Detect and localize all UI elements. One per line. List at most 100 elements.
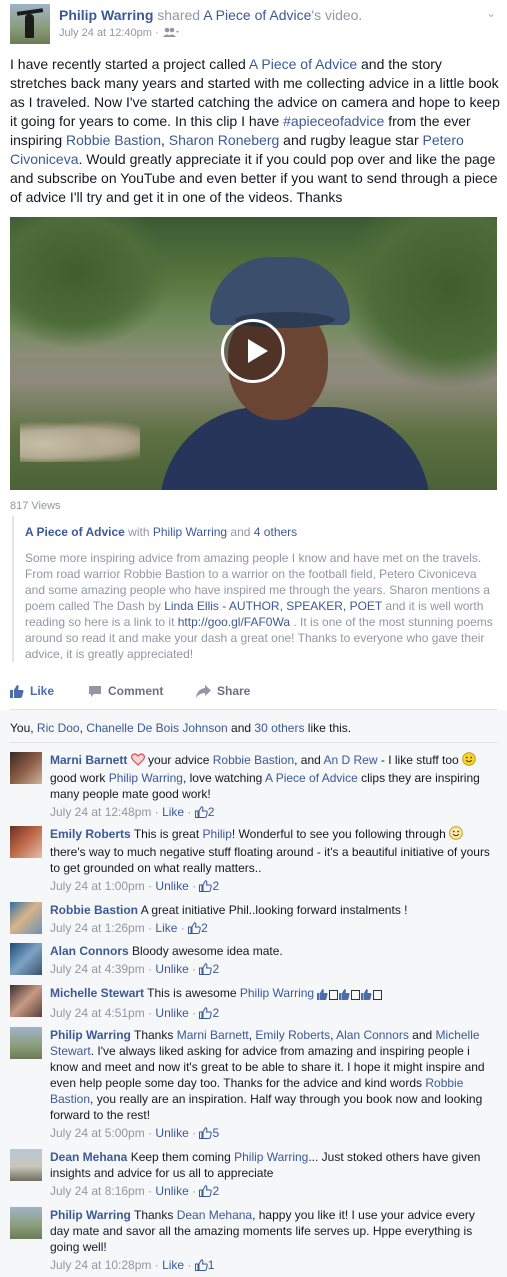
comment-like-toggle[interactable]: Unlike (155, 962, 188, 976)
inline-link[interactable]: A Piece of Advice (249, 56, 357, 72)
comment-meta: July 24 at 10:28pm · Like · 1 (50, 1257, 497, 1275)
comment-meta: July 24 at 1:26pm · Like · 2 (50, 920, 497, 938)
comment-text: Robbie Bastion A great initiative Phil..… (50, 902, 497, 918)
video-player[interactable] (10, 217, 497, 490)
comment-timestamp[interactable]: July 24 at 12:48pm (50, 805, 151, 819)
comment-like-count[interactable]: 2 (212, 1184, 219, 1198)
attachment-source-link[interactable]: A Piece of Advice (25, 525, 125, 539)
like-button[interactable]: Like (10, 684, 54, 698)
comment-text: Marni Barnett your advice Robbie Bastion… (50, 752, 497, 802)
commenter-name-link[interactable]: Dean Mehana (50, 1150, 127, 1164)
inline-link[interactable]: #apieceofadvice (283, 113, 384, 129)
play-icon[interactable] (221, 319, 285, 383)
text-fragment: , you really are an inspiration. Half wa… (50, 1092, 483, 1122)
commenter-name-link[interactable]: Philip Warring (50, 1028, 131, 1042)
mention-link[interactable]: Alan Connors (336, 1028, 409, 1042)
mention-link[interactable]: Dean Mehana (177, 1208, 252, 1222)
comment-like-toggle[interactable]: Unlike (155, 1126, 188, 1140)
commenter-name-link[interactable]: Emily Roberts (50, 827, 131, 841)
commenter-name-link[interactable]: Robbie Bastion (50, 903, 138, 917)
comment-timestamp[interactable]: July 24 at 10:28pm (50, 1258, 151, 1272)
mention-link[interactable]: Emily Roberts (255, 1028, 330, 1042)
liker-link[interactable]: 30 others (254, 721, 304, 735)
mention-link[interactable]: Marni Barnett (177, 1028, 249, 1042)
mention-link[interactable]: Philip Warring (109, 771, 183, 785)
mention-link[interactable]: Philip Warring (234, 1150, 308, 1164)
commenter-name-link[interactable]: Marni Barnett (50, 753, 127, 767)
inline-link[interactable]: Robbie Bastion (66, 132, 161, 148)
mention-link[interactable]: An D Rew (324, 753, 378, 767)
inline-link[interactable]: http://goo.gl/FAF0Wa (178, 615, 290, 629)
comment-timestamp[interactable]: July 24 at 1:26pm (50, 921, 145, 935)
meta-separator: · (144, 1184, 156, 1198)
comment-timestamp[interactable]: July 24 at 4:39pm (50, 962, 145, 976)
text-fragment: Thanks (130, 1208, 177, 1222)
comment-like-count[interactable]: 5 (212, 1126, 219, 1140)
comment-like-toggle[interactable]: Unlike (155, 1006, 188, 1020)
audience-selector[interactable] (162, 27, 180, 39)
commenter-avatar[interactable] (10, 1149, 42, 1181)
comment-like-toggle[interactable]: Like (162, 805, 184, 819)
liker-link[interactable]: Ric Doo (37, 721, 80, 735)
mention-link[interactable]: Robbie Bastion (213, 753, 294, 767)
commenter-name-link[interactable]: Alan Connors (50, 944, 129, 958)
likes-summary: You, Ric Doo, Chanelle De Bois Johnson a… (10, 721, 351, 735)
comment-like-count[interactable]: 2 (212, 962, 219, 976)
mention-link[interactable]: A Piece of Advice (265, 771, 358, 785)
comment-text: Philip Warring Thanks Dean Mehana, happy… (50, 1207, 497, 1255)
comment-like-toggle[interactable]: Unlike (155, 1184, 188, 1198)
inline-link[interactable]: Linda Ellis - AUTHOR, SPEAKER, POET (164, 599, 382, 613)
author-name-link[interactable]: Philip Warring (59, 7, 153, 23)
comment-button[interactable]: Comment (88, 684, 163, 698)
comment-timestamp[interactable]: July 24 at 1:00pm (50, 879, 145, 893)
blush-emoji-icon (449, 826, 463, 844)
author-avatar[interactable] (10, 4, 50, 44)
mention-link[interactable]: Philip (203, 827, 232, 841)
with-text: with (124, 525, 153, 539)
comment-like-toggle[interactable]: Like (155, 921, 177, 935)
commenter-avatar[interactable] (10, 985, 42, 1017)
meta-separator: · (188, 1006, 200, 1020)
commenter-avatar[interactable] (10, 943, 42, 975)
comment-like-count[interactable]: 2 (212, 1006, 219, 1020)
comment-timestamp[interactable]: July 24 at 8:16pm (50, 1184, 145, 1198)
commenter-avatar[interactable] (10, 1027, 42, 1059)
divider (10, 742, 497, 743)
comment-timestamp[interactable]: July 24 at 4:51pm (50, 1006, 145, 1020)
comment-text: Philip Warring Thanks Marni Barnett, Emi… (50, 1027, 497, 1123)
text-fragment: and (408, 1028, 436, 1042)
smile-emoji-icon (462, 752, 476, 770)
comment-label: Comment (108, 684, 164, 698)
share-button[interactable]: Share (196, 684, 250, 698)
shared-page-link[interactable]: A Piece of Advice (203, 7, 311, 23)
comment-like-count[interactable]: 2 (208, 805, 215, 819)
commenter-name-link[interactable]: Michelle Stewart (50, 986, 144, 1000)
timestamp-link[interactable]: July 24 at 12:40pm (59, 27, 152, 39)
chevron-down-icon[interactable]: ⌄ (486, 6, 496, 20)
post-message: I have recently started a project called… (10, 55, 500, 207)
inline-link[interactable]: Sharon Roneberg (169, 132, 280, 148)
meta-separator: · (144, 962, 156, 976)
thumbs-up-icon (10, 684, 24, 698)
feed-story: Philip Warring shared A Piece of Advice'… (0, 0, 507, 1277)
mention-link[interactable]: Philip Warring (240, 986, 314, 1000)
comment-like-count[interactable]: 1 (208, 1258, 215, 1272)
liker-link[interactable]: Chanelle De Bois Johnson (86, 721, 227, 735)
commenter-name-link[interactable]: Philip Warring (50, 1208, 131, 1222)
shared-text: shared (157, 7, 201, 23)
tagged-user-link[interactable]: Philip Warring (153, 525, 227, 539)
commenter-avatar[interactable] (10, 826, 42, 858)
commenter-avatar[interactable] (10, 1207, 42, 1239)
comment-like-toggle[interactable]: Like (162, 1258, 184, 1272)
meta-separator: · (188, 1126, 200, 1140)
text-fragment: . I've always liked asking for advice fr… (50, 1044, 485, 1090)
comment-meta: July 24 at 1:00pm · Unlike · 2 (50, 878, 497, 896)
comment-timestamp[interactable]: July 24 at 5:00pm (50, 1126, 145, 1140)
comment-like-toggle[interactable]: Unlike (155, 879, 188, 893)
others-link[interactable]: 4 others (254, 525, 297, 539)
commenter-avatar[interactable] (10, 752, 42, 784)
comment-like-count[interactable]: 2 (201, 921, 208, 935)
comment-like-count[interactable]: 2 (212, 879, 219, 893)
text-fragment: You, (10, 721, 37, 735)
commenter-avatar[interactable] (10, 902, 42, 934)
